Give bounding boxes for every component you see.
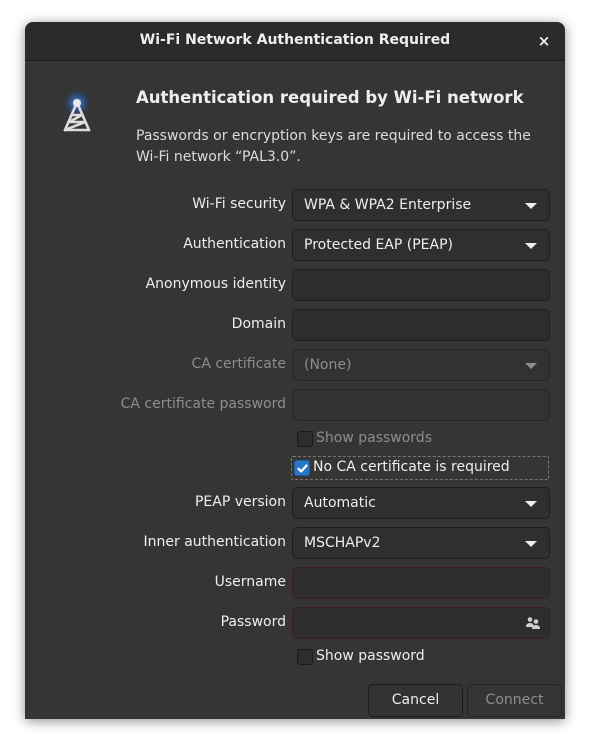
show-password-box[interactable] — [297, 649, 313, 665]
inner-authentication-label: Inner authentication — [143, 534, 286, 550]
ca-certificate-value: (None) — [304, 357, 352, 373]
authentication-label: Authentication — [183, 236, 286, 252]
peap-version-dropdown[interactable]: Automatic — [292, 487, 550, 519]
ca-certificate-password-label: CA certificate password — [120, 396, 286, 412]
authentication-dropdown[interactable]: Protected EAP (PEAP) — [292, 229, 550, 261]
chevron-down-icon — [525, 203, 537, 209]
anonymous-identity-input[interactable] — [292, 269, 550, 301]
chevron-down-icon — [525, 363, 537, 369]
show-passwords-label: Show passwords — [316, 430, 432, 446]
inner-authentication-dropdown[interactable]: MSCHAPv2 — [292, 527, 550, 559]
wifi-auth-dialog: Wi-Fi Network Authentication Required × … — [25, 22, 565, 719]
peap-version-value: Automatic — [304, 495, 376, 511]
authentication-row: Authentication Protected EAP (PEAP) — [25, 229, 565, 261]
password-input[interactable] — [292, 607, 550, 639]
wifi-security-row: Wi-Fi security WPA & WPA2 Enterprise — [25, 189, 565, 221]
cancel-button[interactable]: Cancel — [368, 684, 463, 717]
ca-certificate-dropdown[interactable]: (None) — [292, 349, 550, 381]
peap-version-label: PEAP version — [194, 494, 286, 510]
show-password-label: Show password — [316, 648, 425, 664]
titlebar: Wi-Fi Network Authentication Required × — [25, 22, 565, 61]
dialog-description: Passwords or encryption keys are require… — [136, 128, 531, 165]
wifi-tower-icon — [63, 89, 91, 132]
domain-row: Domain — [25, 309, 565, 341]
show-passwords-box[interactable] — [297, 431, 313, 447]
peap-version-row: PEAP version Automatic — [25, 487, 565, 519]
ca-certificate-row: CA certificate (None) — [25, 349, 565, 381]
no-ca-required-label: No CA certificate is required — [313, 459, 510, 475]
domain-input[interactable] — [292, 309, 550, 341]
window-title: Wi-Fi Network Authentication Required — [139, 32, 451, 48]
chevron-down-icon — [525, 501, 537, 507]
wifi-security-value: WPA & WPA2 Enterprise — [304, 197, 472, 213]
anonymous-identity-label: Anonymous identity — [145, 276, 286, 292]
close-icon: × — [537, 32, 551, 50]
chevron-down-icon — [525, 541, 537, 547]
chevron-down-icon — [525, 243, 537, 249]
close-button[interactable]: × — [533, 30, 555, 52]
password-row: Password — [25, 607, 565, 639]
authentication-value: Protected EAP (PEAP) — [304, 237, 453, 253]
wifi-security-label: Wi-Fi security — [192, 196, 286, 212]
checkmark-icon — [297, 464, 308, 473]
ca-certificate-label: CA certificate — [191, 356, 286, 372]
anonymous-identity-row: Anonymous identity — [25, 269, 565, 301]
no-ca-required-box[interactable] — [294, 460, 310, 476]
users-icon[interactable] — [525, 615, 541, 631]
wifi-security-dropdown[interactable]: WPA & WPA2 Enterprise — [292, 189, 550, 221]
password-label: Password — [220, 614, 286, 630]
inner-authentication-row: Inner authentication MSCHAPv2 — [25, 527, 565, 559]
ca-certificate-password-input[interactable] — [292, 389, 550, 421]
domain-label: Domain — [231, 316, 286, 332]
ca-certificate-password-row: CA certificate password — [25, 389, 565, 421]
username-input[interactable] — [292, 567, 550, 599]
dialog-heading: Authentication required by Wi-Fi network — [136, 88, 524, 107]
username-label: Username — [214, 574, 286, 590]
inner-authentication-value: MSCHAPv2 — [304, 535, 381, 551]
connect-button[interactable]: Connect — [467, 684, 562, 717]
username-row: Username — [25, 567, 565, 599]
no-ca-required-checkbox[interactable]: No CA certificate is required — [291, 456, 549, 480]
